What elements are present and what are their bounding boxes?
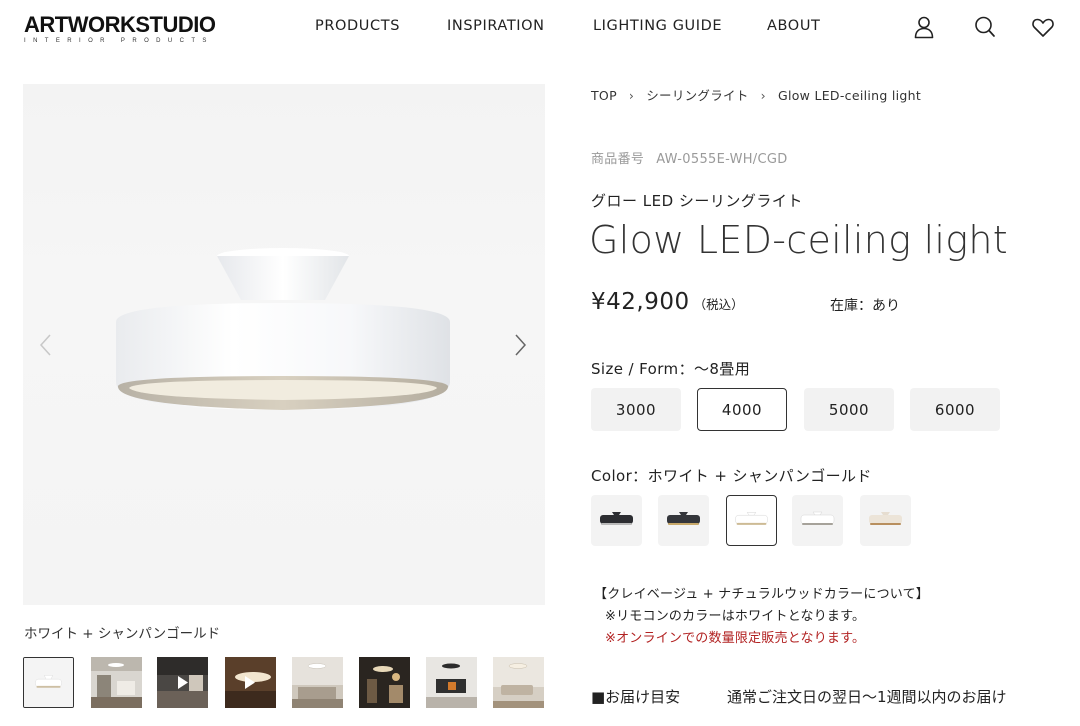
color-swatch-clay-beige-natural-wood[interactable] <box>860 495 911 546</box>
size-option-5000[interactable]: 5000 <box>804 388 894 431</box>
nav-lighting-guide[interactable]: LIGHTING GUIDE <box>593 18 722 34</box>
logo-wordmark: ARTWORKSTUDIO <box>24 12 216 37</box>
color-label: Color：ホワイト + シャンパンゴールド <box>591 467 872 485</box>
thumbnail-3-video[interactable] <box>157 657 208 708</box>
thumbnail-2[interactable] <box>91 657 142 708</box>
price-value: ¥42,900 <box>591 289 690 315</box>
sku-value: AW-0555E-WH/CGD <box>656 152 788 167</box>
heart-icon[interactable] <box>1030 14 1056 40</box>
thumbnail-4-video[interactable] <box>225 657 276 708</box>
ceiling-light-image <box>116 248 450 410</box>
thumbnail-strip <box>23 657 548 709</box>
product-title: Glow LED-ceiling light <box>589 218 1008 262</box>
chevron-right-icon[interactable] <box>511 332 531 358</box>
size-label: Size / Form：〜8畳用 <box>591 360 751 378</box>
size-option-4000[interactable]: 4000 <box>697 388 787 431</box>
user-icon[interactable] <box>911 14 937 40</box>
nav-products[interactable]: PRODUCTS <box>315 18 400 34</box>
logo-tagline: INTERIOR PRODUCTS <box>24 38 214 44</box>
breadcrumb-current: Glow LED-ceiling light <box>777 88 922 103</box>
delivery-estimate: 通常ご注文日の翌日〜1週間以内のお届け <box>727 688 1007 706</box>
product-price: ¥42,900 （税込） <box>591 289 744 315</box>
product-sku: 商品番号 AW-0555E-WH/CGD <box>591 148 788 167</box>
chevron-right-icon: › <box>760 88 766 103</box>
thumbnail-8[interactable] <box>493 657 544 708</box>
thumbnail-7[interactable] <box>426 657 477 708</box>
breadcrumb-top[interactable]: TOP <box>591 88 617 103</box>
product-subtitle: グロー LED シーリングライト <box>591 192 803 210</box>
search-icon[interactable] <box>972 14 998 40</box>
delivery-label: ■お届け目安 <box>591 688 681 706</box>
note-limited-online: ※オンラインでの数量限定販売となります。 <box>605 631 866 646</box>
tax-label: （税込） <box>693 297 744 312</box>
site-header: ARTWORKSTUDIO INTERIOR PRODUCTS PRODUCTS… <box>0 0 1080 56</box>
color-swatch-black-gold[interactable] <box>658 495 709 546</box>
thumbnail-1[interactable] <box>23 657 74 708</box>
stock-status: 在庫：あり <box>830 298 900 314</box>
nav-inspiration[interactable]: INSPIRATION <box>447 18 545 34</box>
size-option-6000[interactable]: 6000 <box>910 388 1000 431</box>
chevron-right-icon: › <box>628 88 635 103</box>
site-logo[interactable]: ARTWORKSTUDIO INTERIOR PRODUCTS <box>24 14 260 45</box>
thumbnail-6[interactable] <box>359 657 410 708</box>
sku-label: 商品番号 <box>591 152 645 167</box>
image-caption: ホワイト + シャンパンゴールド <box>24 626 221 642</box>
size-option-3000[interactable]: 3000 <box>591 388 681 431</box>
note-remote-color: ※リモコンのカラーはホワイトとなります。 <box>605 609 866 624</box>
breadcrumb-category[interactable]: シーリングライト <box>646 88 748 103</box>
thumbnail-5[interactable] <box>292 657 343 708</box>
color-swatch-white-silver[interactable] <box>792 495 843 546</box>
chevron-left-icon[interactable] <box>36 332 56 358</box>
note-clay-beige-heading: 【クレイベージュ + ナチュラルウッドカラーについて】 <box>594 587 929 602</box>
color-swatch-white-champagne-gold[interactable] <box>726 495 777 546</box>
breadcrumb: TOP › シーリングライト › Glow LED-ceiling light <box>591 85 921 104</box>
product-main-image[interactable] <box>23 84 545 605</box>
nav-about[interactable]: ABOUT <box>767 18 821 34</box>
color-swatch-black-silver[interactable] <box>591 495 642 546</box>
